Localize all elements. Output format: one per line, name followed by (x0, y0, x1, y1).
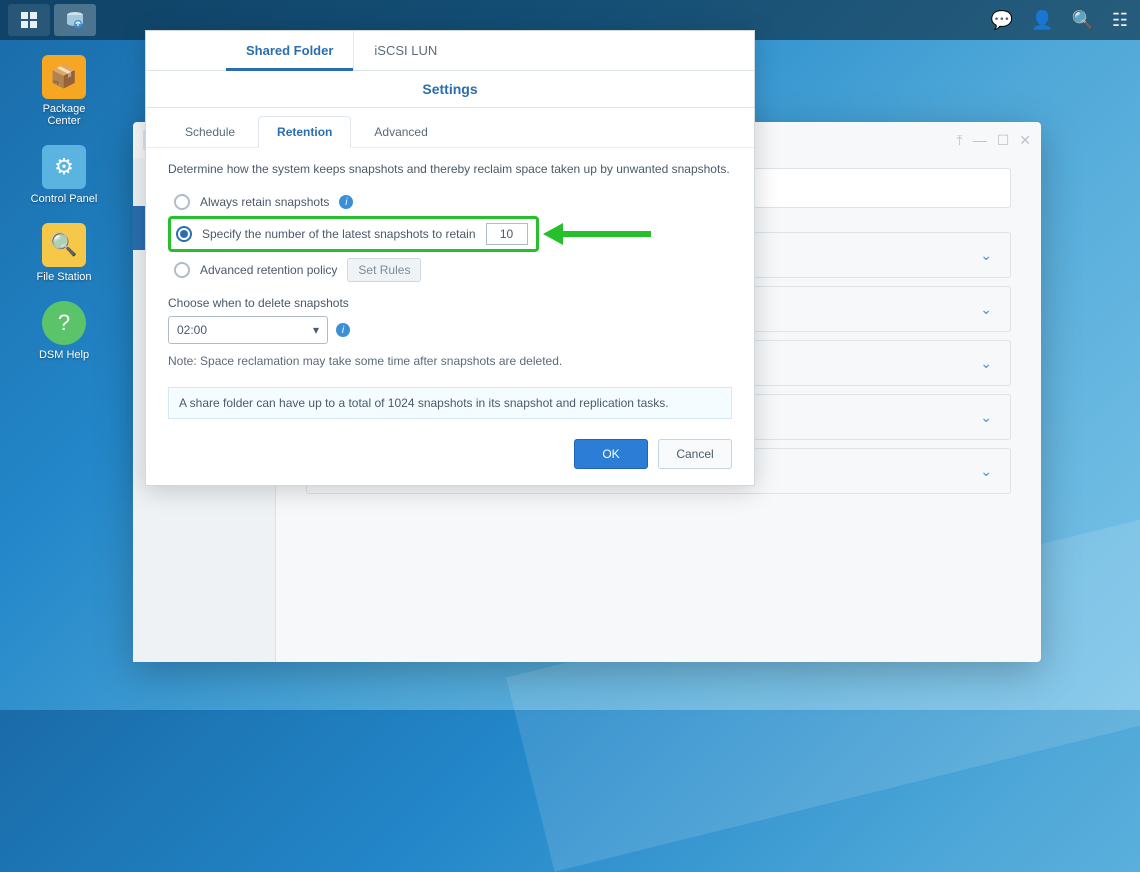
tab-retention[interactable]: Retention (258, 116, 351, 147)
select-value: 02:00 (177, 323, 207, 337)
cancel-button[interactable]: Cancel (658, 439, 732, 469)
delete-time-select[interactable]: 02:00 ▾ (168, 316, 328, 344)
tab-advanced[interactable]: Advanced (355, 116, 446, 147)
chevron-down-icon: ⌄ (980, 247, 992, 264)
maximize-icon[interactable]: ☐ (997, 132, 1010, 149)
taskbar-apps-button[interactable] (8, 4, 50, 36)
ok-button[interactable]: OK (574, 439, 648, 469)
radio-icon (174, 262, 190, 278)
desktop-icons: 📦 Package Center ⚙ Control Panel 🔍 File … (28, 55, 100, 361)
user-icon[interactable]: 👤 (1027, 6, 1057, 35)
desktop-icon-label: Package Center (28, 103, 100, 127)
desktop-icon-label: Control Panel (31, 193, 98, 205)
taskbar-backup-button[interactable] (54, 4, 96, 36)
arrow-annotation (541, 219, 656, 249)
radio-advanced-policy[interactable]: Advanced retention policy Set Rules (168, 252, 732, 288)
desktop-icon-package-center[interactable]: 📦 Package Center (28, 55, 100, 127)
info-bar: A share folder can have up to a total of… (168, 387, 732, 419)
help-icon: ? (42, 301, 86, 345)
highlight-annotation: Specify the number of the latest snapsho… (168, 216, 539, 252)
tab-schedule[interactable]: Schedule (166, 116, 254, 147)
dialog-sub-tabs: Schedule Retention Advanced (146, 108, 754, 148)
desktop-icon-control-panel[interactable]: ⚙ Control Panel (28, 145, 100, 205)
set-rules-button[interactable]: Set Rules (347, 258, 421, 282)
radio-icon (174, 194, 190, 210)
disk-icon (64, 9, 86, 31)
chevron-down-icon: ⌄ (980, 355, 992, 372)
dialog-title: Settings (146, 71, 754, 108)
settings-description: Determine how the system keeps snapshots… (168, 160, 732, 178)
info-icon[interactable]: i (339, 195, 353, 209)
chat-icon[interactable]: 💬 (987, 6, 1017, 35)
desktop-icon-file-station[interactable]: 🔍 File Station (28, 223, 100, 283)
desktop-icon-dsm-help[interactable]: ? DSM Help (28, 301, 100, 361)
tab-iscsi-lun[interactable]: iSCSI LUN (354, 31, 457, 70)
grid-icon (20, 11, 38, 29)
minimize-icon[interactable]: — (973, 132, 987, 149)
dialog-top-tabs: Shared Folder iSCSI LUN (146, 31, 754, 71)
radio-always-retain[interactable]: Always retain snapshots i (168, 188, 732, 216)
folder-icon: 🔍 (42, 223, 86, 267)
radio-label: Specify the number of the latest snapsho… (202, 227, 476, 241)
package-icon: 📦 (42, 55, 86, 99)
delete-time-label: Choose when to delete snapshots (168, 296, 732, 310)
radio-specify-number[interactable]: Specify the number of the latest snapsho… (176, 223, 528, 245)
chevron-down-icon: ⌄ (980, 463, 992, 480)
settings-dialog: Shared Folder iSCSI LUN Settings Schedul… (145, 30, 755, 486)
radio-label: Always retain snapshots (200, 195, 329, 209)
search-icon[interactable]: 🔍 (1067, 6, 1097, 35)
retain-count-input[interactable] (486, 223, 528, 245)
widgets-icon[interactable]: ☷ (1108, 6, 1132, 35)
desktop-icon-label: File Station (36, 271, 91, 283)
dropdown-icon: ▾ (313, 323, 319, 337)
info-icon[interactable]: i (336, 323, 350, 337)
chevron-down-icon: ⌄ (980, 409, 992, 426)
pin-icon[interactable]: ⤒ (957, 132, 963, 149)
desktop-icon-label: DSM Help (39, 349, 89, 361)
settings-icon: ⚙ (42, 145, 86, 189)
close-icon[interactable]: ✕ (1019, 132, 1031, 149)
note-text: Note: Space reclamation may take some ti… (168, 354, 732, 368)
chevron-down-icon: ⌄ (980, 301, 992, 318)
radio-icon (176, 226, 192, 242)
tab-shared-folder[interactable]: Shared Folder (226, 31, 354, 70)
radio-label: Advanced retention policy (200, 263, 337, 277)
